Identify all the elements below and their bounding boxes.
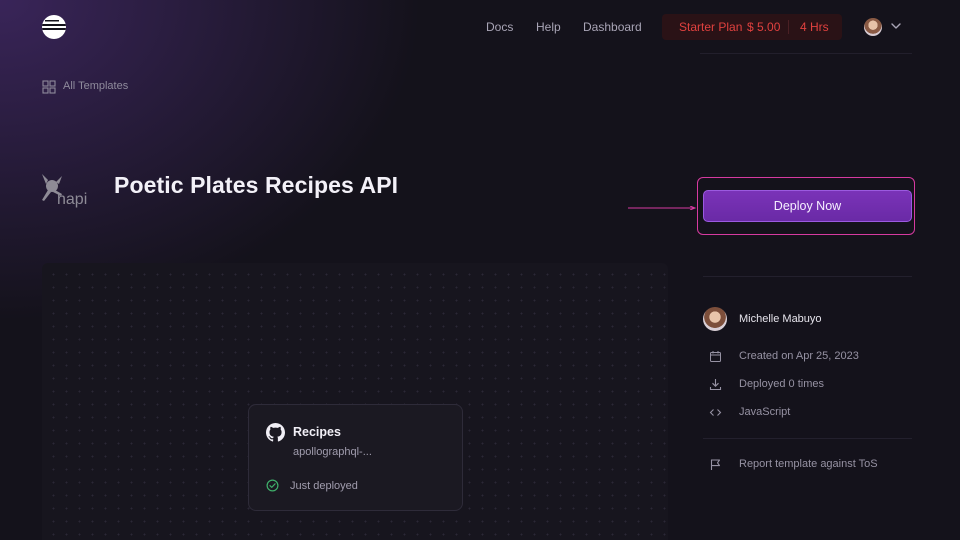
github-icon bbox=[266, 423, 285, 442]
grid-icon[interactable] bbox=[42, 80, 56, 94]
plan-usage-badge[interactable]: Starter Plan $ 5.00 4 Hrs bbox=[662, 14, 842, 40]
service-card[interactable]: Recipes apollographql-... Just deployed bbox=[248, 404, 463, 511]
download-icon bbox=[709, 379, 722, 391]
header-divider bbox=[700, 53, 912, 54]
template-title: Poetic Plates Recipes API bbox=[114, 172, 399, 198]
calendar-icon bbox=[710, 351, 721, 362]
plan-divider bbox=[788, 20, 789, 34]
language: JavaScript bbox=[739, 406, 791, 418]
deploy-count: Deployed 0 times bbox=[739, 378, 824, 390]
code-icon bbox=[709, 409, 722, 416]
template-page: Docs Help Dashboard Starter Plan $ 5.00 … bbox=[0, 0, 960, 540]
author-avatar bbox=[703, 307, 727, 331]
nav-dashboard-link[interactable]: Dashboard bbox=[583, 20, 642, 36]
arrow-pointer-icon bbox=[628, 206, 697, 210]
service-status: Just deployed bbox=[290, 480, 358, 492]
railway-logo-icon[interactable] bbox=[42, 15, 66, 39]
user-avatar[interactable] bbox=[864, 18, 882, 36]
created-date: Created on Apr 25, 2023 bbox=[739, 350, 859, 362]
plan-cost: $ 5.00 bbox=[747, 20, 781, 34]
deploy-now-button[interactable]: Deploy Now bbox=[703, 190, 912, 222]
plan-hours: 4 Hrs bbox=[800, 20, 829, 34]
report-template-link[interactable]: Report template against ToS bbox=[739, 458, 878, 470]
nav-docs-link[interactable]: Docs bbox=[486, 20, 513, 36]
hapi-logo-icon: hapi bbox=[42, 174, 87, 208]
check-circle-icon bbox=[266, 479, 279, 492]
service-repo: apollographql-... bbox=[293, 446, 372, 458]
hapi-logo-text: hapi bbox=[57, 191, 87, 208]
service-name: Recipes bbox=[293, 425, 341, 439]
all-templates-link[interactable]: All Templates bbox=[63, 80, 128, 92]
plan-name: Starter Plan bbox=[679, 20, 743, 34]
chevron-down-icon[interactable] bbox=[890, 20, 902, 32]
nav-help-link[interactable]: Help bbox=[536, 20, 561, 36]
sidebar-divider-top bbox=[703, 276, 912, 277]
author-name[interactable]: Michelle Mabuyo bbox=[739, 313, 822, 325]
flag-icon[interactable] bbox=[709, 458, 722, 471]
sidebar-divider-bottom bbox=[703, 438, 912, 439]
